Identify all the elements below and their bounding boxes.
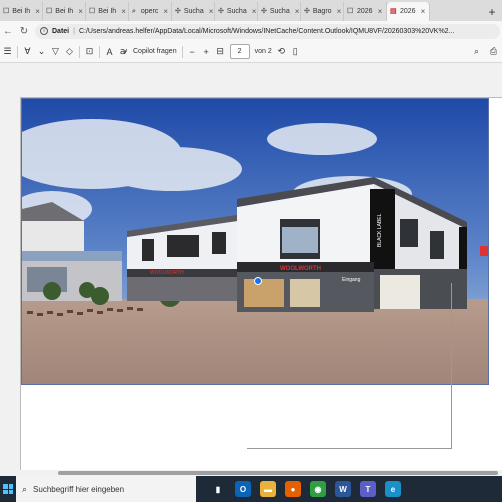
- taskbar-search-box[interactable]: ⌕ Suchbegriff hier eingeben: [16, 476, 196, 502]
- close-icon[interactable]: ×: [295, 7, 300, 16]
- close-icon[interactable]: ×: [35, 7, 40, 16]
- tab-label: Sucha: [269, 8, 290, 15]
- edge-icon[interactable]: e: [385, 481, 401, 497]
- search-icon: ⌕: [132, 8, 136, 15]
- browser-tab[interactable]: ⌕ operc ×: [129, 2, 172, 21]
- black-label-sign: BLACK LABEL: [377, 213, 383, 247]
- refresh-icon[interactable]: ↻: [19, 26, 29, 37]
- text-box-icon[interactable]: ⊡: [85, 46, 94, 57]
- firefox-icon[interactable]: ●: [285, 481, 301, 497]
- chrome-icon[interactable]: ◉: [310, 481, 326, 497]
- close-icon[interactable]: ×: [378, 7, 383, 16]
- print-icon[interactable]: ⎙: [489, 46, 498, 57]
- start-button[interactable]: [0, 476, 16, 502]
- outlook-icon[interactable]: O: [235, 481, 251, 497]
- search-icon[interactable]: ⌕: [472, 46, 481, 57]
- pdf-viewport[interactable]: WOOLWORTH WOOLWORTH Eingang BLACK LABEL: [0, 63, 502, 475]
- browser-tab[interactable]: ☐ Bei Ih ×: [86, 2, 129, 21]
- close-icon[interactable]: ×: [163, 7, 168, 16]
- browser-tab[interactable]: ✣ Sucha ×: [172, 2, 215, 21]
- zoom-in-button[interactable]: +: [202, 47, 211, 57]
- search-placeholder: Suchbegriff hier eingeben: [33, 484, 125, 494]
- close-icon[interactable]: ×: [78, 7, 83, 16]
- address-bar-row: ← ↻ i Datei | C:/Users/andreas.helfer/Ap…: [0, 21, 502, 41]
- info-icon[interactable]: i: [40, 27, 48, 35]
- site-label: Datei: [52, 27, 70, 35]
- file-explorer-icon[interactable]: ▬: [260, 481, 276, 497]
- taskbar-apps: ▮ O ▬ ● ◉ W Te: [210, 481, 401, 497]
- annotation-line-horizontal: [247, 448, 451, 449]
- copilot-button[interactable]: Copilot fragen: [133, 48, 177, 55]
- windows-logo-icon: [3, 484, 13, 494]
- tab-strip: ☐ Bei Ih × ☐ Bei Ih × ☐ Bei Ih × ⌕ operc × ✣ Sucha × ✣ S…: [0, 0, 502, 21]
- close-icon[interactable]: ×: [121, 7, 126, 16]
- page-icon: ☐: [3, 8, 10, 15]
- browser-tab[interactable]: ☐ Bei Ih ×: [0, 2, 43, 21]
- eraser-icon[interactable]: ◇: [65, 46, 74, 57]
- teams-icon[interactable]: T: [360, 481, 376, 497]
- address-field[interactable]: i Datei | C:/Users/andreas.helfer/AppDat…: [35, 23, 500, 39]
- tab-label: Bei Ih: [98, 8, 117, 15]
- close-icon[interactable]: ×: [209, 7, 214, 16]
- page-icon: ☐: [46, 8, 53, 15]
- tab-label: Bei Ih: [55, 8, 74, 15]
- contents-icon[interactable]: ☰: [3, 46, 12, 57]
- tab-label: operc: [140, 8, 159, 15]
- page-view-icon[interactable]: ▯: [291, 46, 300, 57]
- page-icon: ☐: [89, 8, 96, 15]
- browser-tab[interactable]: ✣ Sucha ×: [215, 2, 258, 21]
- word-icon[interactable]: W: [335, 481, 351, 497]
- close-icon[interactable]: ×: [337, 7, 342, 16]
- app-icon: ✣: [304, 8, 310, 15]
- tab-label: Bagro: [312, 8, 332, 15]
- chevron-down-icon[interactable]: ⌄: [37, 46, 46, 57]
- windows-taskbar: ⌕ Suchbegriff hier eingeben ▮ O ▬ ● ◉ W Te: [0, 476, 502, 502]
- app-icon: ✣: [175, 8, 181, 15]
- scrollbar-thumb[interactable]: [58, 471, 498, 475]
- building-rendering-image: WOOLWORTH WOOLWORTH Eingang BLACK LABEL: [21, 98, 489, 385]
- shop-sign-left: WOOLWORTH: [150, 270, 184, 276]
- tab-label: Bei Ih: [12, 8, 31, 15]
- back-icon[interactable]: ←: [3, 26, 13, 37]
- rendering-svg: WOOLWORTH WOOLWORTH Eingang BLACK LABEL: [22, 99, 488, 384]
- task-view-icon[interactable]: ▮: [210, 481, 226, 497]
- rotate-icon[interactable]: ⟲: [277, 46, 286, 57]
- page-icon: ☐: [347, 8, 354, 15]
- browser-tab[interactable]: ▤ 2026 ×: [387, 2, 430, 21]
- close-icon[interactable]: ×: [252, 7, 257, 16]
- read-aloud-icon[interactable]: A: [105, 47, 114, 57]
- browser-tab[interactable]: ✣ Sucha ×: [258, 2, 301, 21]
- tab-label: 2026: [400, 8, 416, 15]
- translate-icon[interactable]: ꜻ: [119, 46, 128, 57]
- search-icon: ⌕: [22, 483, 28, 494]
- url-text: C:/Users/andreas.helfer/AppData/Local/Mi…: [78, 27, 455, 35]
- new-tab-button[interactable]: +: [485, 2, 499, 21]
- woolworth-sign: WOOLWORTH: [280, 266, 321, 272]
- tab-label: 2026: [357, 8, 373, 15]
- page-number-input[interactable]: 2: [229, 44, 250, 59]
- app-icon: ✣: [261, 8, 267, 15]
- page-count-label: von 2: [254, 48, 272, 55]
- app-icon: ✣: [218, 8, 224, 15]
- eingang-sign: Eingang: [342, 277, 361, 283]
- filter-icon[interactable]: ▽: [51, 46, 60, 57]
- browser-tab[interactable]: ☐ Bei Ih ×: [43, 2, 86, 21]
- tab-label: Sucha: [183, 8, 204, 15]
- highlight-icon[interactable]: ∀: [23, 46, 32, 57]
- pdf-page: WOOLWORTH WOOLWORTH Eingang BLACK LABEL: [20, 97, 502, 475]
- fit-page-icon[interactable]: ⊟: [216, 46, 225, 57]
- browser-tab[interactable]: ✣ Bagro ×: [301, 2, 344, 21]
- pdf-toolbar: ☰ ∀ ⌄ ▽ ◇ ⊡ A ꜻ Copilot fragen − + ⊟ 2 v…: [0, 41, 502, 63]
- zoom-out-button[interactable]: −: [188, 47, 197, 57]
- tab-label: Sucha: [226, 8, 247, 15]
- pdf-icon: ▤: [390, 8, 397, 15]
- annotation-line-vertical: [451, 283, 452, 449]
- browser-tab[interactable]: ☐ 2026 ×: [344, 2, 387, 21]
- close-icon[interactable]: ×: [421, 7, 426, 16]
